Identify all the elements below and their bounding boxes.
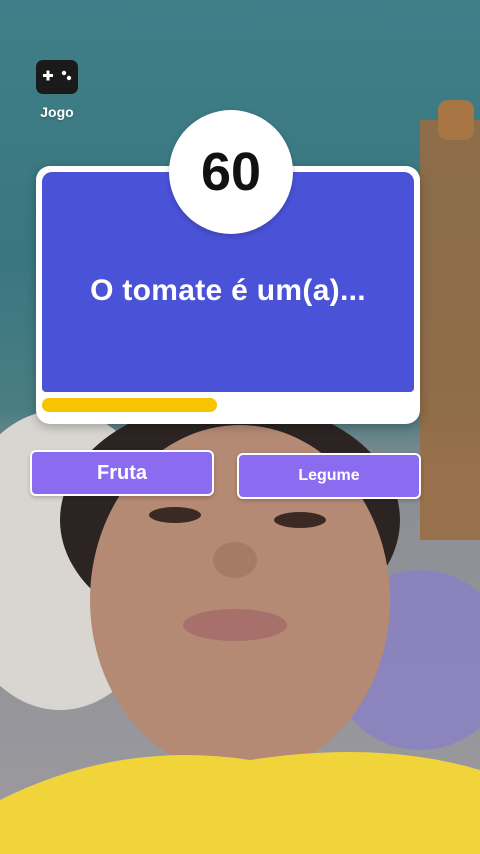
game-badge-label: Jogo <box>40 104 74 120</box>
gamepad-icon <box>36 60 78 94</box>
question-text: O tomate é um(a)... <box>90 274 366 307</box>
timer-progress-bar <box>42 396 414 412</box>
answer-button-fruta[interactable]: Fruta <box>30 450 214 496</box>
countdown-timer: 60 <box>169 110 293 234</box>
game-badge[interactable]: Jogo <box>28 58 86 120</box>
answer-button-legume[interactable]: Legume <box>237 453 421 499</box>
timer-progress-fill <box>42 398 217 412</box>
